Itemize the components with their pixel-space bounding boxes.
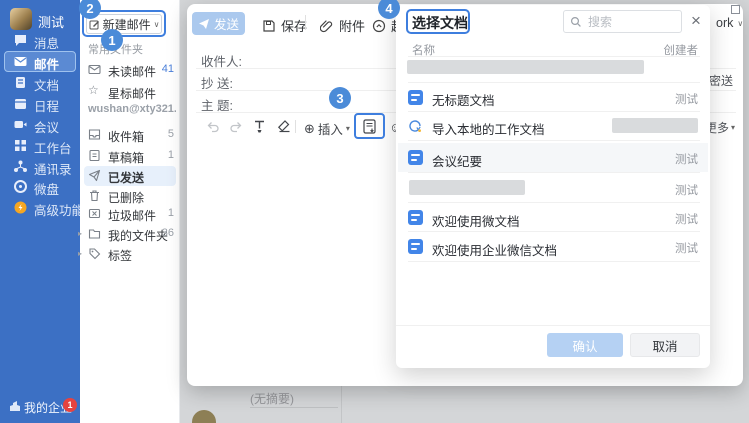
sidebar-item-messages[interactable]: 消息 — [0, 30, 80, 52]
doc-row[interactable]: 无标题文档 测试 — [396, 83, 710, 111]
sidebar-item-contacts[interactable]: 通讯录 — [0, 156, 80, 178]
folder-item-junk[interactable]: 垃圾邮件 1 — [84, 204, 176, 224]
document-icon — [13, 75, 28, 90]
redacted-bar — [409, 180, 525, 195]
divider — [396, 325, 710, 326]
divider — [408, 140, 700, 141]
plus-circle-icon: ⊕ — [304, 121, 315, 137]
bcc-toggle[interactable]: 密送 — [709, 72, 733, 89]
doc-row[interactable]: 欢迎使用企业微信文档 测试 — [396, 232, 710, 260]
confirm-button[interactable]: 确认 — [547, 333, 623, 357]
grid-icon — [13, 138, 28, 153]
import-sync-icon — [407, 118, 423, 134]
account-label[interactable]: wushan@xty321.w... — [88, 103, 176, 115]
eraser-icon[interactable] — [277, 119, 292, 134]
sidebar-item-drive[interactable]: 微盘 — [0, 176, 80, 198]
doc-row[interactable]: 导入本地的工作文档 — [396, 112, 710, 140]
sidebar-item-calendar[interactable]: 日程 — [0, 93, 80, 115]
sidebar-item-workbench[interactable]: 工作台 — [0, 135, 80, 157]
mail-preview-no-summary: (无摘要) — [250, 390, 294, 407]
drive-disc-icon — [13, 179, 28, 194]
folder-item-starred[interactable]: ☆ 星标邮件 — [84, 82, 176, 102]
folder-item-deleted[interactable]: 已删除 — [84, 186, 176, 206]
folder-item-sent[interactable]: 已发送 — [84, 166, 176, 186]
search-input[interactable] — [586, 14, 666, 30]
divider — [305, 15, 306, 30]
folder-item-unread[interactable]: 未读邮件 41 — [84, 60, 176, 80]
send-button[interactable]: 发送 — [192, 12, 245, 35]
folder-icon — [88, 227, 101, 240]
redacted-bar — [407, 60, 644, 74]
doc-row[interactable]: 欢迎使用微文档 测试 — [396, 203, 710, 231]
sidebar-item-advanced[interactable]: 高级功能 — [0, 197, 80, 219]
company-badge: 1 — [63, 398, 77, 412]
divider — [341, 386, 342, 423]
chat-bubble-icon — [13, 33, 28, 48]
trash-icon — [88, 189, 101, 202]
user-avatar[interactable] — [10, 8, 32, 30]
org-tree-icon — [13, 159, 28, 174]
tag-icon — [88, 247, 101, 260]
caret-down-icon: ▾ — [346, 124, 350, 133]
close-icon[interactable]: × — [689, 10, 703, 31]
doc-icon — [408, 210, 423, 225]
mail-icon — [13, 54, 28, 69]
advanced-features-icon — [13, 200, 28, 215]
caret-right-icon[interactable]: ▸ — [78, 229, 82, 238]
caret-down-icon: ▾ — [731, 123, 735, 132]
annotation-box-insert-doc — [354, 113, 385, 139]
my-company-item[interactable]: 我的企业 1 — [0, 394, 80, 418]
floppy-icon — [262, 19, 276, 33]
doc-row[interactable] — [396, 56, 710, 82]
folder-item-myfolders[interactable]: ▸ 我的文件夹 36 — [84, 224, 176, 244]
search-box[interactable] — [563, 10, 682, 33]
format-painter-icon[interactable] — [252, 119, 267, 134]
attachment-button[interactable]: 附件 — [320, 16, 365, 35]
calendar-icon — [13, 96, 28, 111]
folder-item-tags[interactable]: ▸ 标签 — [84, 244, 176, 264]
paper-plane-icon — [88, 169, 101, 182]
inbox-icon — [88, 128, 101, 141]
doc-icon — [408, 150, 423, 165]
video-camera-icon — [13, 117, 28, 132]
large-attachment-icon — [372, 19, 386, 33]
folder-item-drafts[interactable]: 草稿箱 1 — [84, 146, 176, 166]
junk-mail-icon — [88, 207, 101, 220]
search-icon — [570, 16, 582, 28]
cancel-button[interactable]: 取消 — [630, 333, 700, 357]
divider — [408, 261, 700, 262]
redo-icon[interactable] — [228, 119, 243, 134]
callout-3: 3 — [329, 87, 351, 109]
doc-row[interactable]: 会议纪要 测试 — [396, 143, 710, 172]
building-icon — [9, 400, 21, 412]
annotation-box-dialog-title — [406, 9, 470, 34]
folder-item-inbox[interactable]: 收件箱 5 — [84, 125, 176, 145]
divider — [295, 120, 296, 133]
mail-icon — [88, 63, 101, 76]
doc-icon — [408, 239, 423, 254]
doc-icon — [408, 90, 423, 105]
caret-right-icon[interactable]: ▸ — [78, 249, 82, 258]
insert-menu[interactable]: ⊕ 插入 ▾ — [304, 119, 350, 138]
paperclip-icon — [320, 19, 334, 33]
undo-icon[interactable] — [206, 119, 221, 134]
user-name: 测试 — [38, 12, 64, 31]
doc-row[interactable]: 测试 — [396, 173, 710, 201]
paper-plane-icon — [198, 18, 210, 30]
chevron-down-icon: ∨ — [737, 19, 743, 28]
divider — [250, 407, 338, 408]
app-window: 测试 消息 邮件 文档 日程 会议 — [0, 0, 749, 423]
sidebar: 测试 消息 邮件 文档 日程 会议 — [0, 0, 80, 423]
draft-icon — [88, 149, 101, 162]
save-button[interactable]: 保存 — [262, 16, 307, 35]
callout-1: 1 — [101, 29, 123, 51]
maximize-icon[interactable] — [731, 5, 740, 14]
sidebar-item-docs[interactable]: 文档 — [0, 72, 80, 94]
redacted-bar — [612, 118, 698, 133]
sidebar-item-mail[interactable]: 邮件 — [4, 51, 76, 72]
corner-dropdown[interactable]: ork ∨ — [716, 16, 743, 30]
sidebar-item-meeting[interactable]: 会议 — [0, 114, 80, 136]
star-icon: ☆ — [88, 83, 101, 96]
